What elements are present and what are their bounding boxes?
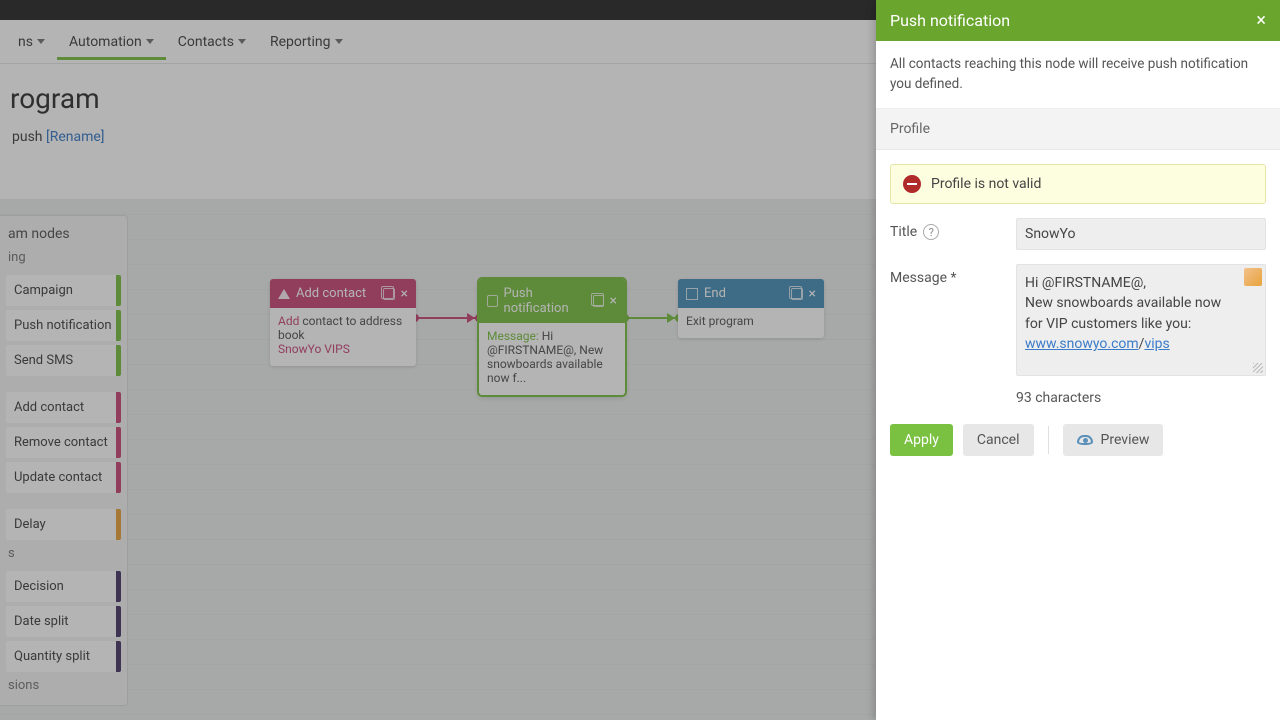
drawer-header: Push notification × [876,0,1280,41]
resize-handle[interactable] [1253,363,1263,373]
close-icon[interactable]: × [1256,10,1266,31]
drawer-description: All contacts reaching this node will rec… [876,41,1280,109]
error-icon [903,175,921,193]
preview-button[interactable]: Preview [1063,424,1164,456]
apply-button[interactable]: Apply [890,424,953,456]
validation-alert: Profile is not valid [890,164,1266,204]
help-icon[interactable]: ? [923,224,939,240]
message-textarea[interactable]: Hi @FIRSTNAME@,New snowboards available … [1016,264,1266,376]
eye-icon [1077,435,1093,445]
character-count: 93 characters [1016,390,1266,406]
cancel-button[interactable]: Cancel [963,424,1034,456]
title-input[interactable] [1016,218,1266,250]
push-notification-drawer: Push notification × All contacts reachin… [876,0,1280,720]
insert-variable-icon[interactable] [1244,268,1262,286]
profile-section-label: Profile [876,109,1280,150]
